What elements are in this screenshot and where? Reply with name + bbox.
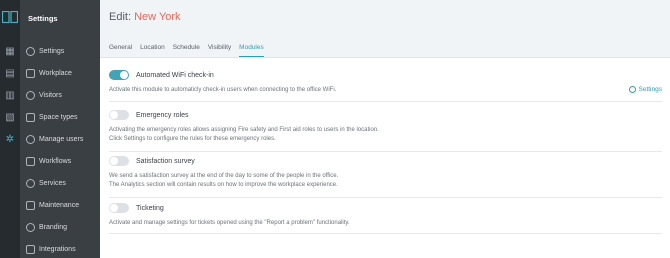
workflows-icon bbox=[26, 156, 35, 166]
building-icon[interactable]: ▥ bbox=[4, 90, 16, 102]
module-name: Satisfaction survey bbox=[136, 157, 195, 165]
sidebar-item-label: Visitors bbox=[39, 91, 62, 99]
dashboard-icon[interactable]: ▦ bbox=[4, 46, 16, 58]
page-header: Edit: New York General Location Schedule… bbox=[100, 0, 670, 58]
sidebar-item-label: Services bbox=[39, 179, 66, 187]
tab-general[interactable]: General bbox=[109, 44, 132, 57]
sidebar-item-maintenance[interactable]: Maintenance bbox=[26, 198, 79, 212]
module-ticketing: Ticketing Activate and manage settings f… bbox=[109, 201, 662, 234]
maintenance-icon bbox=[26, 200, 35, 210]
module-toggle[interactable] bbox=[109, 70, 129, 80]
tab-location[interactable]: Location bbox=[140, 44, 165, 57]
sidebar-item-settings[interactable]: Settings bbox=[26, 44, 64, 58]
description-line: The Analytics section will contain resul… bbox=[109, 182, 338, 188]
page-title: Edit: New York bbox=[109, 11, 181, 23]
chart-icon[interactable]: ▧ bbox=[4, 112, 16, 124]
tab-schedule[interactable]: Schedule bbox=[173, 44, 200, 57]
module-emergency-roles: Emergency roles Activating the emergency… bbox=[109, 108, 662, 152]
tab-bar: General Location Schedule Visibility Mod… bbox=[109, 44, 264, 57]
sidebar-item-space-types[interactable]: Space types bbox=[26, 110, 78, 124]
description-line: We send a satisfaction survey at the end… bbox=[109, 173, 339, 179]
module-description: Activate this module to automaticly chec… bbox=[109, 87, 337, 93]
sidebar-item-label: Settings bbox=[39, 47, 65, 55]
module-toggle[interactable] bbox=[109, 110, 129, 120]
users-icon bbox=[26, 134, 35, 144]
sidebar-title: Settings bbox=[28, 14, 58, 23]
settings-link-label: Settings bbox=[638, 86, 663, 93]
sidebar-item-integrations[interactable]: Integrations bbox=[26, 242, 76, 256]
calendar-icon[interactable]: ▤ bbox=[4, 68, 16, 80]
sidebar-item-label: Workflows bbox=[39, 157, 72, 165]
module-name: Emergency roles bbox=[136, 111, 189, 119]
settings-sidebar: Settings Settings Workplace Visitors Spa… bbox=[20, 0, 100, 258]
sidebar-item-manage-users[interactable]: Manage users bbox=[26, 132, 83, 146]
sidebar-item-label: Space types bbox=[39, 113, 78, 121]
settings-icon bbox=[26, 46, 35, 56]
tab-modules[interactable]: Modules bbox=[239, 44, 264, 57]
module-toggle[interactable] bbox=[109, 156, 129, 166]
module-name: Automated WiFi check-in bbox=[136, 71, 214, 79]
location-name: New York bbox=[134, 11, 181, 23]
module-name: Ticketing bbox=[136, 204, 164, 212]
sidebar-item-label: Maintenance bbox=[39, 201, 80, 209]
module-description: Activate and manage settings for tickets… bbox=[109, 220, 350, 226]
sidebar-item-label: Manage users bbox=[39, 135, 84, 143]
module-satisfaction-survey: Satisfaction survey We send a satisfacti… bbox=[109, 154, 662, 198]
module-settings-link[interactable]: Settings bbox=[628, 86, 663, 93]
sidebar-item-services[interactable]: Services bbox=[26, 176, 66, 190]
visitors-icon bbox=[26, 90, 35, 100]
workplace-icon bbox=[26, 68, 35, 78]
gear-icon bbox=[628, 86, 636, 93]
sidebar-item-label: Workplace bbox=[39, 69, 72, 77]
sidebar-item-workflows[interactable]: Workflows bbox=[26, 154, 71, 168]
app-logo-icon[interactable] bbox=[2, 11, 18, 23]
sidebar-item-branding[interactable]: Branding bbox=[26, 220, 67, 234]
sidebar-item-label: Branding bbox=[39, 223, 68, 231]
settings-rail-icon[interactable]: ✲ bbox=[4, 134, 16, 146]
space-types-icon bbox=[26, 112, 35, 122]
description-line: Click Settings to configure the rules fo… bbox=[109, 136, 276, 142]
integrations-icon bbox=[26, 244, 35, 254]
description-line: Activating the emergency roles allows as… bbox=[109, 127, 379, 133]
sidebar-item-visitors[interactable]: Visitors bbox=[26, 88, 62, 102]
module-toggle[interactable] bbox=[109, 203, 129, 213]
module-wifi-checkin: Automated WiFi check-in Activate this mo… bbox=[109, 68, 662, 102]
sidebar-item-workplace[interactable]: Workplace bbox=[26, 66, 72, 80]
tab-visibility[interactable]: Visibility bbox=[208, 44, 231, 57]
module-description: Activating the emergency roles allows as… bbox=[109, 126, 662, 144]
branding-icon bbox=[26, 222, 35, 232]
icon-rail: ▦ ▤ ▥ ▧ ✲ bbox=[0, 0, 20, 258]
edit-prefix: Edit: bbox=[109, 11, 132, 23]
services-icon bbox=[26, 178, 35, 188]
module-description: We send a satisfaction survey at the end… bbox=[109, 172, 662, 190]
sidebar-item-label: Integrations bbox=[39, 245, 76, 253]
